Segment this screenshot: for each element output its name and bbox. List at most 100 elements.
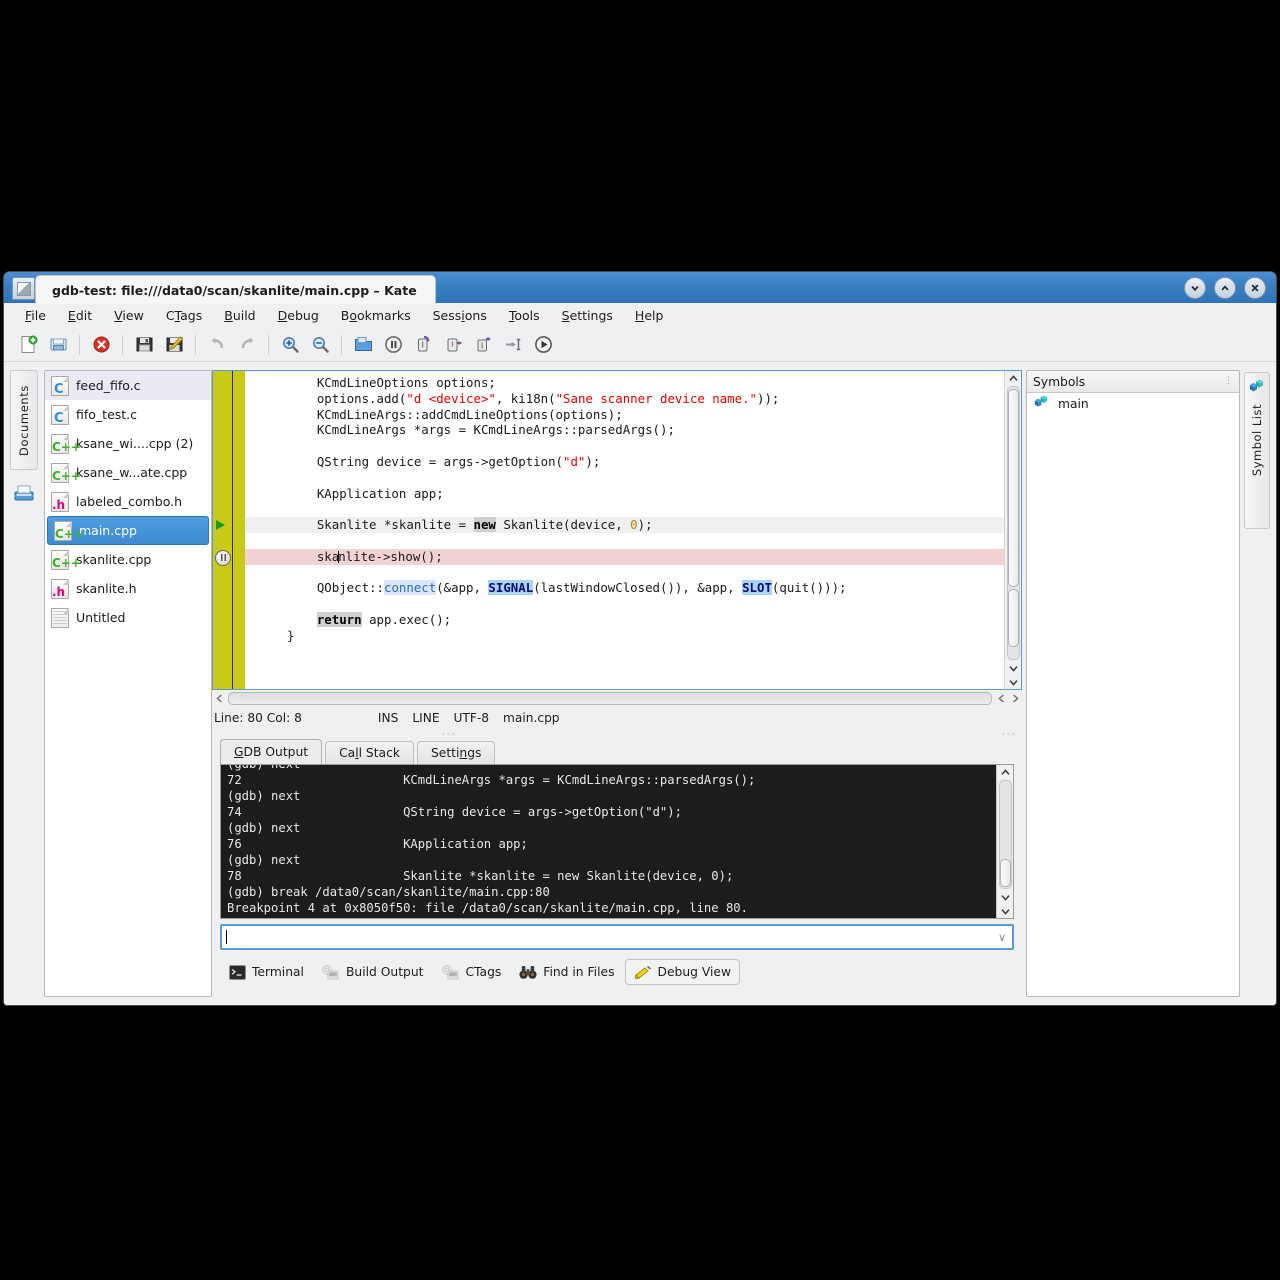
gdb-command-input[interactable]: ∨	[220, 924, 1014, 950]
menu-bookmarks[interactable]: Bookmarks	[330, 305, 422, 326]
code-line[interactable]: QObject::connect(&app, SIGNAL(lastWindow…	[245, 580, 1004, 596]
vertical-scroll-track[interactable]	[1006, 386, 1020, 660]
gdb-scroll-thumb[interactable]	[999, 859, 1011, 887]
menu-view[interactable]: View	[103, 305, 155, 326]
code-line[interactable]	[245, 596, 1004, 612]
run-to-cursor-icon[interactable]	[499, 331, 527, 359]
vertical-scroll-thumb[interactable]	[1007, 589, 1019, 647]
editor-vertical-scrollbar[interactable]	[1004, 371, 1021, 689]
vertical-scroll-thumb-upper[interactable]	[1007, 389, 1019, 587]
scroll-right-icon[interactable]	[1008, 691, 1022, 705]
scroll-down-icon-2[interactable]	[1006, 675, 1020, 689]
code-editor[interactable]: KCmdLineOptions options; options.add("d …	[212, 370, 1022, 690]
splitter-handle-left[interactable]: ···	[442, 731, 457, 740]
code-line[interactable]	[245, 470, 1004, 486]
code-line[interactable]: return app.exec();	[245, 612, 1004, 628]
menu-debug[interactable]: Debug	[267, 305, 330, 326]
scroll-up-icon[interactable]	[1006, 371, 1020, 385]
selection-mode-indicator[interactable]: LINE	[412, 711, 439, 725]
scroll-left-icon-2[interactable]	[994, 691, 1008, 705]
step-into-icon[interactable]	[439, 331, 467, 359]
document-item-fifo-test-c[interactable]: Cfifo_test.c	[45, 400, 211, 429]
editor-folding-border[interactable]	[233, 371, 245, 689]
tab-call-stack[interactable]: Call Stack	[325, 741, 414, 764]
code-line[interactable]: KCmdLineOptions options;	[245, 375, 1004, 391]
maximize-button[interactable]	[1214, 277, 1236, 299]
undo-arrow-icon[interactable]	[203, 331, 231, 359]
bottom-tab-build-output[interactable]: Build Output	[314, 960, 432, 984]
symbols-panel-handle[interactable]: ⋮	[1224, 377, 1233, 386]
menu-build[interactable]: Build	[213, 305, 266, 326]
document-item-ksane-w-ate-cpp[interactable]: C++ ksane_w...ate.cpp	[45, 458, 211, 487]
menu-file[interactable]: File	[14, 305, 57, 326]
blue-folder-icon[interactable]	[349, 331, 377, 359]
code-line[interactable]: QString device = args->getOption("d");	[245, 454, 1004, 470]
bottom-tab-ctags[interactable]: CTags	[433, 960, 509, 984]
chevron-down-icon[interactable]: ∨	[998, 931, 1006, 944]
code-line[interactable]: KCmdLineArgs::addCmdLineOptions(options)…	[245, 407, 1004, 423]
magnifier-plus-icon[interactable]	[276, 331, 304, 359]
gdb-scroll-down-icon-1[interactable]	[998, 890, 1012, 904]
splitter-handle-right[interactable]: ···	[1002, 731, 1017, 740]
code-line[interactable]: KCmdLineArgs *args = KCmdLineArgs::parse…	[245, 422, 1004, 438]
editor-icon-border[interactable]	[213, 371, 233, 689]
document-item-skanlite-cpp[interactable]: C++ skanlite.cpp	[45, 545, 211, 574]
step-out-icon[interactable]	[469, 331, 497, 359]
save-as-icon[interactable]	[160, 331, 188, 359]
tab-gdb-output[interactable]: GDB Output	[220, 739, 323, 764]
step-over-icon[interactable]	[409, 331, 437, 359]
menu-settings[interactable]: Settings	[551, 305, 624, 326]
open-folder-icon[interactable]	[44, 331, 72, 359]
symbol-item-main[interactable]: main	[1027, 393, 1239, 415]
window-tab[interactable]: gdb-test: file:///data0/scan/skanlite/ma…	[35, 275, 436, 304]
code-line[interactable]	[245, 438, 1004, 454]
new-document-icon[interactable]	[14, 331, 42, 359]
magnifier-minus-icon[interactable]	[306, 331, 334, 359]
gdb-output-console[interactable]: (gdb) next72 KCmdLineArgs *args = KCmdLi…	[220, 764, 1014, 919]
document-item-skanlite-h[interactable]: .h skanlite.h	[45, 574, 211, 603]
gdb-scroll-track[interactable]	[998, 780, 1012, 889]
gdb-scroll-down-icon-2[interactable]	[998, 904, 1012, 918]
code-line[interactable]: skanlite->show();	[245, 548, 1004, 565]
bottom-tab-find-in-files[interactable]: Find in Files	[511, 960, 622, 984]
code-line[interactable]: KApplication app;	[245, 486, 1004, 502]
sidebar-tab-documents[interactable]: Documents	[10, 370, 38, 470]
menu-tools[interactable]: Tools	[498, 305, 551, 326]
play-circle-icon[interactable]	[529, 331, 557, 359]
document-item-feed-fifo-c[interactable]: Cfeed_fifo.c	[45, 371, 211, 400]
pause-circle-icon[interactable]	[379, 331, 407, 359]
filesystem-browser-icon[interactable]	[12, 482, 36, 504]
menu-ctags[interactable]: CTags	[155, 305, 213, 326]
scroll-down-icon-1[interactable]	[1006, 661, 1020, 675]
sidebar-tab-symbol-list[interactable]: Symbol List	[1244, 372, 1270, 529]
horizontal-scroll-thumb[interactable]	[228, 691, 992, 705]
breakpoint-marker[interactable]	[215, 549, 231, 566]
code-line[interactable]	[245, 533, 1004, 549]
panel-splitter[interactable]: ··· ···	[212, 730, 1022, 740]
editor-horizontal-scrollbar[interactable]	[212, 690, 1022, 706]
scroll-left-icon[interactable]	[212, 691, 226, 705]
document-item-untitled[interactable]: Untitled	[45, 603, 211, 632]
tab-settings[interactable]: Settings	[416, 741, 496, 764]
encoding-indicator[interactable]: UTF-8	[454, 711, 490, 725]
bottom-tab-debug-view[interactable]: Debug View	[624, 959, 741, 985]
minimize-button[interactable]	[1184, 277, 1206, 299]
code-line[interactable]: options.add("d <device>", ki18n("Sane sc…	[245, 391, 1004, 407]
close-button[interactable]	[1244, 277, 1266, 299]
close-red-x-icon[interactable]	[87, 331, 115, 359]
insert-mode-indicator[interactable]: INS	[378, 711, 398, 725]
document-item-labeled-combo-h[interactable]: .h labeled_combo.h	[45, 487, 211, 516]
code-line[interactable]: }	[245, 628, 1004, 644]
code-line[interactable]	[245, 565, 1004, 581]
code-text-area[interactable]: KCmdLineOptions options; options.add("d …	[245, 371, 1004, 689]
menu-help[interactable]: Help	[624, 305, 675, 326]
menu-edit[interactable]: Edit	[57, 305, 103, 326]
code-line[interactable]: Skanlite *skanlite = new Skanlite(device…	[245, 517, 1004, 533]
redo-arrow-icon[interactable]	[233, 331, 261, 359]
code-line[interactable]	[245, 501, 1004, 517]
document-item-ksane-wi-cpp-2-[interactable]: C++ ksane_wi....cpp (2)	[45, 429, 211, 458]
bottom-tab-terminal[interactable]: Terminal	[220, 960, 312, 984]
document-item-main-cpp[interactable]: C++ main.cpp	[47, 516, 209, 545]
menu-sessions[interactable]: Sessions	[422, 305, 498, 326]
gdb-scroll-up-icon[interactable]	[998, 765, 1012, 779]
